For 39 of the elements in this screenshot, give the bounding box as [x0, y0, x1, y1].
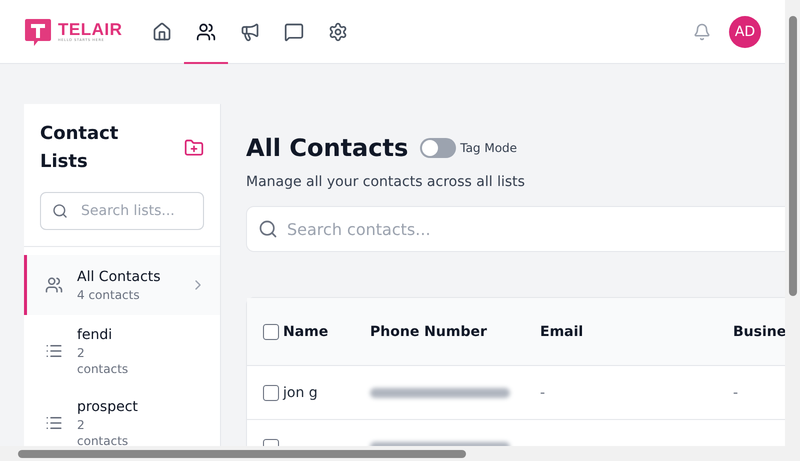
business-cell-text: -	[733, 384, 740, 400]
megaphone-icon	[240, 22, 260, 42]
list-name: fendi	[77, 326, 114, 345]
search-icon	[258, 219, 278, 239]
list-item[interactable]: All Contacts 4 contacts	[24, 255, 220, 315]
users-icon	[45, 276, 63, 294]
search-field[interactable]: Search lists...	[40, 192, 204, 230]
search-field[interactable]: Search contacts...	[246, 206, 785, 252]
toggle-label: Tag Mode	[460, 141, 518, 155]
contact-name: jon g	[283, 384, 318, 400]
vertical-scrollbar[interactable]	[785, 0, 800, 446]
page-subtitle: Manage all your contacts across all lists	[246, 174, 526, 190]
notification-icon[interactable]	[693, 22, 711, 40]
brand-name: TELAIR	[58, 21, 122, 38]
select-all-checkbox[interactable]	[263, 324, 279, 340]
user-avatar[interactable]: AD	[729, 16, 761, 48]
column-header: Email	[540, 324, 584, 340]
page-title: All Contacts	[246, 134, 408, 162]
new-folder-icon[interactable]	[184, 138, 204, 158]
horizontal-scrollbar[interactable]	[0, 446, 800, 461]
list-count: 2 contacts	[77, 345, 130, 377]
column-header: Name	[283, 324, 328, 340]
list-name: prospect	[77, 398, 139, 417]
chat-icon	[284, 22, 304, 42]
row-checkbox[interactable]	[263, 384, 279, 400]
users-icon	[196, 22, 216, 42]
list-icon	[45, 414, 63, 432]
list-count: 2 contacts	[77, 417, 130, 446]
list-icon	[45, 342, 63, 360]
sidebar-title: Contact Lists	[40, 122, 120, 174]
settings-icon	[328, 22, 348, 42]
email-cell-text: -	[540, 384, 546, 400]
list-count: 4 contacts	[77, 287, 141, 303]
home-icon	[152, 22, 172, 42]
column-header: Phone Number	[370, 324, 488, 340]
list-name: All Contacts	[77, 268, 162, 287]
logo-icon	[24, 16, 52, 46]
search-icon	[52, 203, 68, 219]
tag-mode-toggle[interactable]	[420, 138, 456, 158]
